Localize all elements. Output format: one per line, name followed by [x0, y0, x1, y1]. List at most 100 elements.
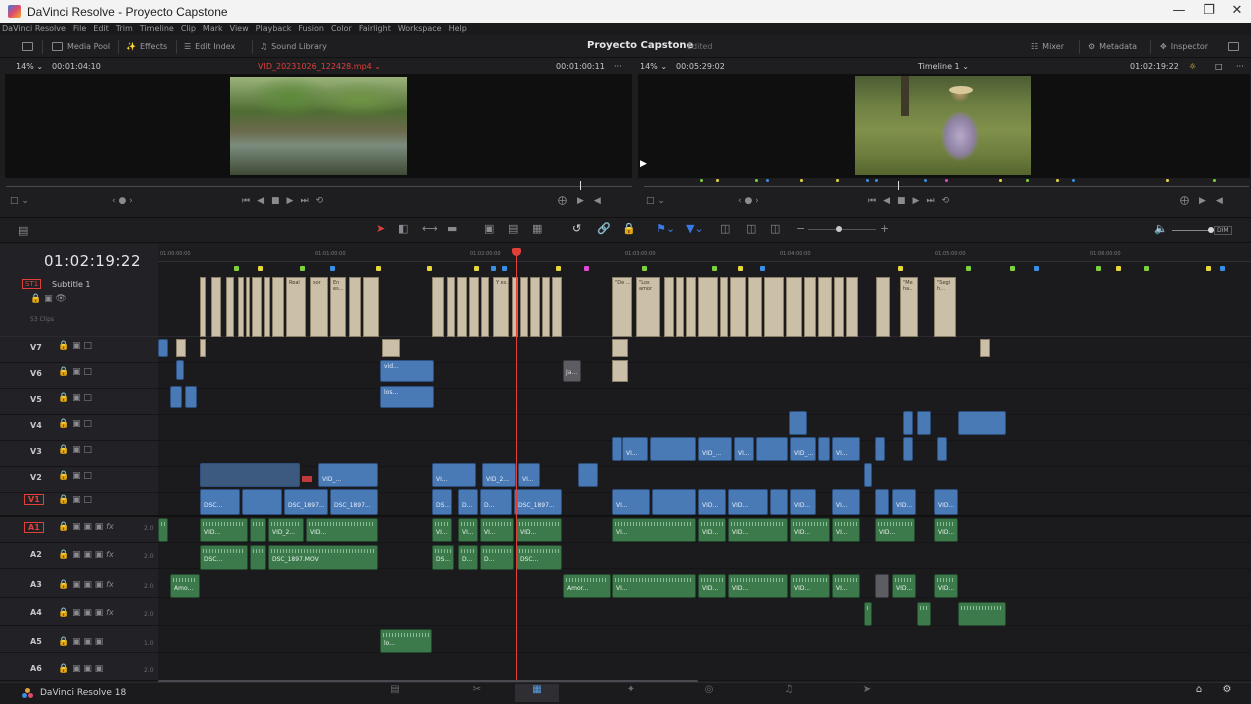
home-icon[interactable]: ⌂: [1188, 684, 1210, 701]
video-clip[interactable]: VI...: [518, 463, 540, 487]
video-clip[interactable]: VID_...: [790, 437, 816, 461]
video-clip[interactable]: DS...: [432, 489, 452, 515]
color-page-icon[interactable]: ◎: [698, 684, 720, 701]
timeline-name[interactable]: Timeline 1 ⌄: [918, 59, 969, 74]
video-clip-group[interactable]: [200, 463, 300, 487]
timeline-marker[interactable]: [300, 266, 305, 271]
timeline-marker[interactable]: [1116, 266, 1121, 271]
audio-clip[interactable]: VID...: [728, 574, 788, 598]
menu-trim[interactable]: Trim: [116, 23, 133, 35]
menu-fusion[interactable]: Fusion: [298, 23, 324, 35]
marker[interactable]: [766, 179, 769, 182]
subtitle-clip[interactable]: En es...: [330, 277, 346, 337]
audio-clip[interactable]: VI...: [612, 518, 696, 542]
video-clip[interactable]: VID...: [698, 489, 726, 515]
video-clip[interactable]: [903, 437, 913, 461]
timeline-marker[interactable]: [556, 266, 561, 271]
track-name-a1[interactable]: A1: [24, 522, 44, 533]
audio-clip[interactable]: VI...: [832, 574, 860, 598]
title-clip[interactable]: [612, 360, 628, 382]
subtitle-clip[interactable]: [804, 277, 816, 337]
menu-resolve[interactable]: DaVinci Resolve: [2, 23, 66, 35]
timeline-transport-controls[interactable]: ⏮◀■▶⏭⟲: [868, 196, 956, 212]
zoom-custom-icon[interactable]: ◫: [770, 222, 780, 235]
menu-file[interactable]: File: [73, 23, 86, 35]
timeline-playhead-mini[interactable]: [898, 181, 899, 190]
track-controls-v3[interactable]: 🔒 ▣ □: [58, 445, 92, 455]
marker[interactable]: [1056, 179, 1059, 182]
speaker-icon[interactable]: 🔈: [1154, 222, 1168, 235]
menu-edit[interactable]: Edit: [93, 23, 109, 35]
marker[interactable]: [1026, 179, 1029, 182]
audio-clip[interactable]: VID_2...: [268, 518, 304, 542]
audio-clip[interactable]: D...: [458, 545, 478, 570]
title-clip[interactable]: [200, 339, 206, 357]
timeline-jog-control[interactable]: ‹ ● ›: [738, 196, 759, 212]
cut-page-icon[interactable]: ✂: [466, 684, 488, 701]
audio-clip[interactable]: VI...: [458, 518, 478, 542]
subtitle-clip[interactable]: [469, 277, 479, 337]
track-controls-v5[interactable]: 🔒 ▣ □: [58, 393, 92, 403]
timeline-marker[interactable]: [584, 266, 589, 271]
subtitle-clip[interactable]: [246, 277, 250, 337]
track-controls-a6[interactable]: 🔒 ▣ ▣ ▣: [58, 664, 103, 674]
timeline-marker[interactable]: [491, 266, 496, 271]
video-clip[interactable]: [937, 437, 947, 461]
track-controls-a5[interactable]: 🔒 ▣ ▣ ▣: [58, 637, 103, 647]
subtitle-clip[interactable]: [698, 277, 718, 337]
video-clip[interactable]: [770, 489, 788, 515]
timeline-marker[interactable]: [1096, 266, 1101, 271]
track-controls-v7[interactable]: 🔒 ▣ □: [58, 341, 92, 351]
source-scrubber[interactable]: [6, 186, 632, 187]
timeline-marker[interactable]: [474, 266, 479, 271]
video-clip[interactable]: [958, 411, 1006, 435]
video-clip[interactable]: [864, 463, 872, 487]
audio-clip[interactable]: [250, 518, 266, 542]
marker[interactable]: [1072, 179, 1075, 182]
zoom-detail-icon[interactable]: ◫: [746, 222, 756, 235]
video-clip[interactable]: DSC...: [200, 489, 240, 515]
audio-clip[interactable]: VID...: [790, 518, 830, 542]
replace-clip-icon[interactable]: ▦: [532, 222, 542, 235]
timeline-marker[interactable]: [898, 266, 903, 271]
marker[interactable]: [836, 179, 839, 182]
video-clip[interactable]: VI...: [622, 437, 648, 461]
subtitle-clip[interactable]: [552, 277, 562, 337]
media-page-icon[interactable]: ▤: [384, 684, 406, 701]
video-clip[interactable]: [578, 463, 598, 487]
edit-index-button[interactable]: ☰ Edit Index: [184, 40, 235, 54]
subtitle-clip[interactable]: "Los amor: [636, 277, 660, 337]
video-clip[interactable]: VID_...: [318, 463, 378, 487]
audio-clip[interactable]: VID...: [934, 518, 958, 542]
video-clip[interactable]: VID...: [728, 489, 768, 515]
audio-clip[interactable]: VID...: [934, 574, 958, 598]
video-clip[interactable]: [818, 437, 830, 461]
video-clip[interactable]: [650, 437, 696, 461]
minimize-icon[interactable]: —: [1164, 3, 1194, 20]
marker[interactable]: [866, 179, 869, 182]
subtitle-clip[interactable]: [720, 277, 728, 337]
track-name-v1[interactable]: V1: [24, 494, 44, 505]
marker[interactable]: [755, 179, 758, 182]
source-zoom[interactable]: 14% ⌄: [16, 59, 43, 74]
video-clip[interactable]: [176, 360, 184, 380]
audio-clip[interactable]: VID...: [892, 574, 916, 598]
sync-icon[interactable]: ☼: [1189, 59, 1196, 74]
audio-clip[interactable]: VID...: [200, 518, 248, 542]
track-controls-v2[interactable]: 🔒 ▣ □: [58, 471, 92, 481]
subtitle-clip[interactable]: [530, 277, 540, 337]
audio-clip[interactable]: Amo...: [170, 574, 200, 598]
subtitle-clip[interactable]: [730, 277, 746, 337]
viewer-mode-icon[interactable]: □: [1215, 59, 1223, 74]
video-clip[interactable]: [612, 437, 622, 461]
video-clip[interactable]: VI...: [832, 437, 860, 461]
fusion-page-icon[interactable]: ✦: [620, 684, 642, 701]
subtitle-clip[interactable]: "Segi h...: [934, 277, 956, 337]
audio-clip[interactable]: [875, 574, 889, 598]
video-clip[interactable]: vid...: [380, 360, 434, 382]
subtitle-clip[interactable]: [786, 277, 802, 337]
video-clip[interactable]: DSC_1897...: [284, 489, 328, 515]
subtitle-clip[interactable]: sor: [310, 277, 328, 337]
marker[interactable]: [924, 179, 927, 182]
audio-clip[interactable]: [158, 518, 168, 542]
